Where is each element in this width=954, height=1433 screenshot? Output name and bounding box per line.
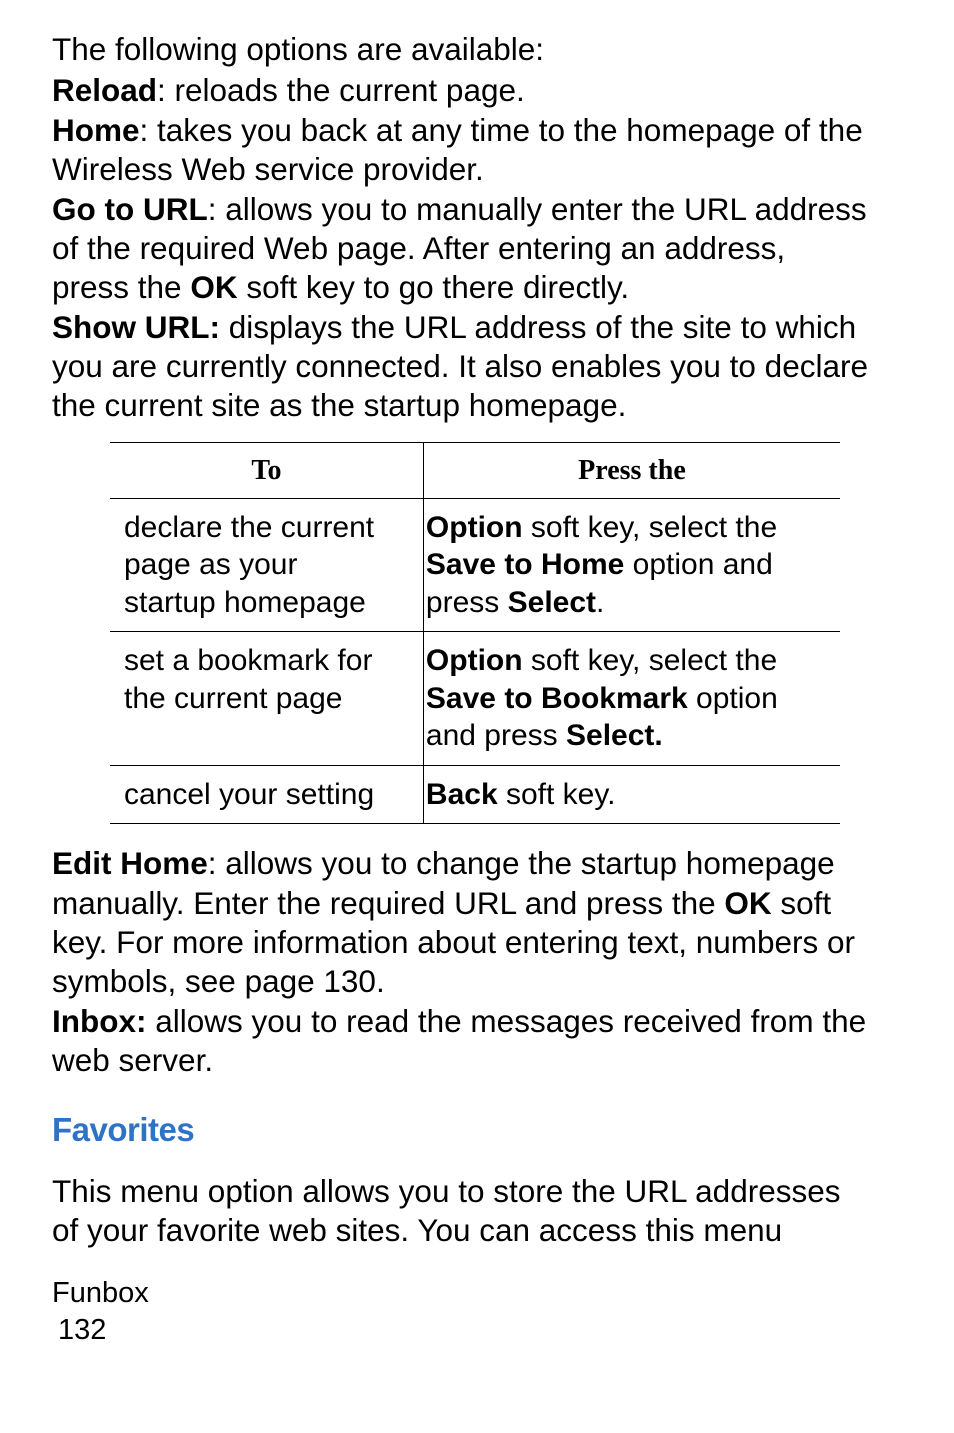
table-cell-to: set a bookmark for the current page [110,632,423,766]
option-showurl-line1: Show URL: displays the URL address of th… [52,308,930,347]
footer-page-number: 132 [58,1312,930,1350]
table-cell-press: Option soft key, select the Save to Home… [423,498,840,632]
home-label: Home [52,112,140,148]
footer-chapter: Funbox [52,1275,930,1313]
option-edithome-line3: key. For more information about entering… [52,923,930,962]
press-text: and press [426,719,566,752]
home-desc1: : takes you back at any time to the home… [140,112,863,148]
table-cell-to: declare the current page as your startup… [110,498,423,632]
to-line: the current page [124,682,342,715]
edithome-t2: manually. Enter the required URL and pre… [52,885,724,921]
edithome-t1: : allows you to change the startup homep… [208,845,835,881]
option-edithome-line1: Edit Home: allows you to change the star… [52,844,930,883]
press-text: soft key, select the [523,511,778,544]
table-row: cancel your setting Back soft key. [110,765,840,824]
option-showurl-line2: you are currently connected. It also ena… [52,347,930,386]
option-showurl-line3: the current site as the startup homepage… [52,386,930,425]
to-line: cancel your setting [124,778,374,811]
option-edithome-line4: symbols, see page 130. [52,962,930,1001]
reload-desc: : reloads the current page. [157,72,525,108]
option-gotourl-line3: press the OK soft key to go there direct… [52,268,930,307]
press-bold: Option [426,511,523,544]
option-home-line1: Home: takes you back at any time to the … [52,111,930,150]
press-text: soft key. [498,778,616,811]
press-text: option [688,682,778,715]
inbox-label: Inbox: [52,1003,147,1039]
table-header-to: To [110,442,423,498]
table-row: declare the current page as your startup… [110,498,840,632]
press-bold: Select [508,586,596,619]
gotourl-desc1: : allows you to manually enter the URL a… [208,191,867,227]
option-gotourl-line1: Go to URL: allows you to manually enter … [52,190,930,229]
press-bold: Save to Home [426,548,624,581]
table-cell-press: Option soft key, select the Save to Book… [423,632,840,766]
favorites-body-line1: This menu option allows you to store the… [52,1172,930,1211]
press-text: press [426,586,508,619]
table-row: set a bookmark for the current page Opti… [110,632,840,766]
gotourl-label: Go to URL [52,191,208,227]
showurl-desc1: displays the URL address of the site to … [220,309,856,345]
press-text: option and [624,548,772,581]
edithome-ok: OK [724,885,771,921]
favorites-body-line2: of your favorite web sites. You can acce… [52,1211,930,1250]
option-home-line2: Wireless Web service provider. [52,150,930,189]
press-text: . [596,586,604,619]
option-edithome-line2: manually. Enter the required URL and pre… [52,884,930,923]
gotourl-ok: OK [190,269,237,305]
edithome-t3: soft [772,885,832,921]
to-line: set a bookmark for [124,644,372,677]
gotourl-post: soft key to go there directly. [238,269,630,305]
option-inbox-line1: Inbox: allows you to read the messages r… [52,1002,930,1041]
table-cell-press: Back soft key. [423,765,840,824]
option-gotourl-line2: of the required Web page. After entering… [52,229,930,268]
option-reload: Reload: reloads the current page. [52,71,930,110]
showurl-label: Show URL: [52,309,220,345]
to-line: declare the current [124,511,374,544]
intro-text: The following options are available: [52,30,930,69]
press-text: soft key, select the [523,644,778,677]
to-line: page as your [124,548,297,581]
press-bold: Option [426,644,523,677]
section-heading-favorites: Favorites [52,1109,930,1150]
table-header-row: To Press the [110,442,840,498]
press-bold: Save to Bookmark [426,682,688,715]
edithome-label: Edit Home [52,845,208,881]
page-footer: Funbox 132 [52,1275,930,1350]
reload-label: Reload [52,72,157,108]
actions-table: To Press the declare the current page as… [110,442,840,825]
press-bold: Select. [566,719,663,752]
table-cell-to: cancel your setting [110,765,423,824]
press-bold: Back [426,778,498,811]
to-line: startup homepage [124,586,366,619]
option-inbox-line2: web server. [52,1041,930,1080]
inbox-t1: allows you to read the messages received… [147,1003,867,1039]
gotourl-pre: press the [52,269,190,305]
table-header-press: Press the [423,442,840,498]
